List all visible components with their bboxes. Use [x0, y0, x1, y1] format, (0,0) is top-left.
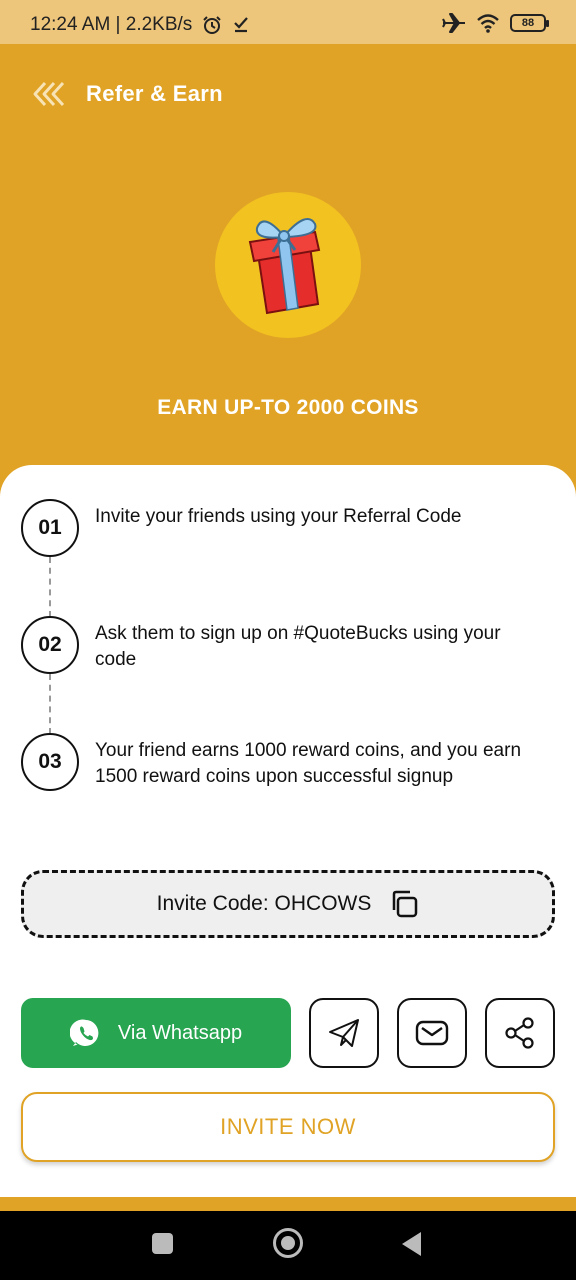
whatsapp-share-label: Via Whatsapp: [117, 1021, 243, 1044]
status-time: 12:24 AM | 2.2KB/s: [30, 14, 193, 35]
system-nav-bar: [0, 1211, 576, 1280]
step-text: Invite your friends using your Referral …: [95, 506, 462, 527]
step-connector: [49, 557, 51, 617]
airplane-mode-icon: [442, 13, 465, 33]
header: Refer & Earn: [0, 44, 576, 144]
alarm-icon: [203, 16, 221, 34]
more-share-button[interactable]: [485, 998, 555, 1068]
whatsapp-icon: [69, 1019, 99, 1046]
paper-plane-icon: [329, 1019, 359, 1047]
step-text: Ask them to sign up on #QuoteBucks using…: [95, 623, 501, 670]
telegram-share-button[interactable]: [309, 998, 379, 1068]
back-chevrons-icon[interactable]: [32, 80, 68, 108]
steps-card: [0, 465, 576, 1197]
home-icon[interactable]: [273, 1228, 303, 1258]
step-number: 02: [21, 616, 79, 674]
gift-badge: [215, 192, 361, 338]
email-share-button[interactable]: [397, 998, 467, 1068]
earn-headline: EARN UP-TO 2000 COINS: [157, 396, 419, 419]
status-bar: 12:24 AM | 2.2KB/s 88: [0, 0, 576, 44]
page-title: Refer & Earn: [86, 81, 223, 106]
back-triangle-icon[interactable]: [402, 1232, 421, 1256]
share-icon: [505, 1017, 534, 1049]
step-number: 01: [21, 499, 79, 557]
gift-icon: [248, 217, 321, 315]
step-number: 03: [21, 733, 79, 791]
mail-icon: [415, 1020, 449, 1046]
step-text: Your friend earns 1000 reward coins, and…: [95, 740, 522, 787]
battery-indicator: 88: [510, 14, 549, 32]
invite-code-box[interactable]: Invite Code: OHCOWS: [21, 870, 555, 938]
recents-icon[interactable]: [152, 1233, 173, 1254]
wifi-icon: [477, 14, 499, 33]
invite-now-button[interactable]: INVITE NOW: [21, 1092, 555, 1162]
whatsapp-share-button[interactable]: Via Whatsapp: [21, 998, 291, 1068]
invite-code-label: Invite Code: OHCOWS: [156, 892, 372, 915]
copy-icon[interactable]: [389, 889, 419, 919]
download-done-icon: [234, 17, 248, 33]
step-connector: [49, 674, 51, 734]
